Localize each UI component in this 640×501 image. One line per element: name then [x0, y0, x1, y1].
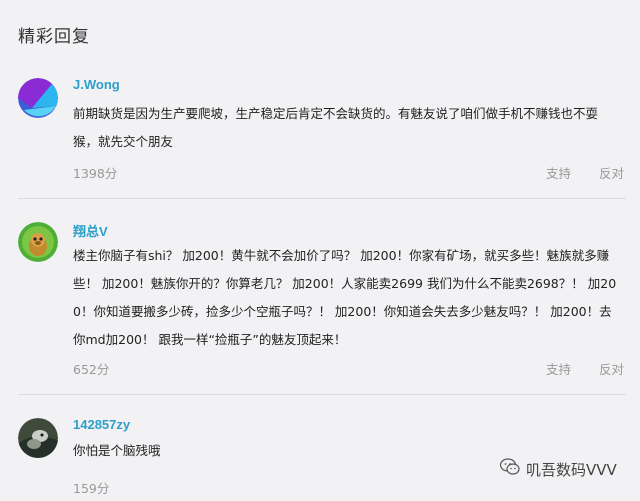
watermark: 叽吾数码VVV	[499, 458, 617, 480]
divider	[18, 394, 626, 395]
wechat-icon	[499, 458, 520, 480]
support-button[interactable]: 支持	[546, 163, 571, 182]
oppose-button[interactable]: 反对	[599, 359, 624, 378]
username[interactable]: 142857zy	[73, 417, 130, 432]
score: 159分	[73, 481, 110, 496]
divider	[18, 198, 626, 199]
oppose-button[interactable]: 反对	[599, 163, 624, 182]
score: 1398分	[73, 166, 118, 181]
avatar[interactable]	[18, 222, 58, 262]
avatar[interactable]	[18, 78, 58, 118]
section-title: 精彩回复	[18, 27, 90, 47]
support-button[interactable]: 支持	[546, 359, 571, 378]
watermark-text: 叽吾数码VVV	[526, 460, 617, 479]
username[interactable]: J.Wong	[73, 77, 120, 92]
avatar[interactable]	[18, 418, 58, 458]
comment-text: 前期缺货是因为生产要爬坡，生产稳定后肯定不会缺货的。有魅友说了咱们做手机不赚钱也…	[73, 106, 599, 149]
score: 652分	[73, 362, 110, 377]
comment-text: 楼主你脑子有shi？ 加200！黄牛就不会加价了吗？ 加200！你家有矿场，就买…	[73, 248, 617, 347]
username[interactable]: 翔总V	[73, 221, 108, 240]
